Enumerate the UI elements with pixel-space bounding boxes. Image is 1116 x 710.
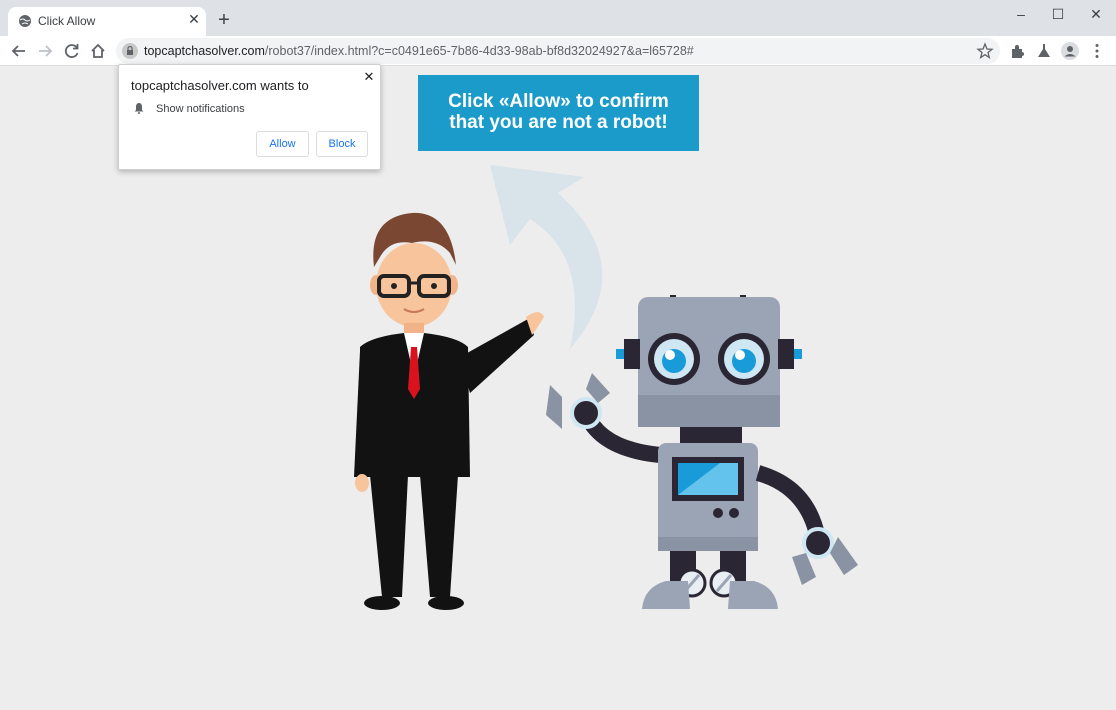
robot-figure	[546, 295, 858, 609]
forward-arrow-icon	[39, 45, 53, 57]
globe-icon	[19, 15, 31, 27]
permission-label: Show notifications	[156, 103, 245, 115]
banner-line-1: Click «Allow» to confirm	[448, 91, 669, 112]
popup-title: topcaptchasolver.com wants to	[131, 78, 309, 93]
allow-banner: Click «Allow» to confirm that you are no…	[418, 75, 699, 151]
block-button[interactable]: Block	[316, 131, 368, 157]
active-tab[interactable]: Click Allow ✕	[8, 7, 206, 36]
tab-title: Click Allow	[38, 14, 96, 28]
notification-permission-popup: topcaptchasolver.com wants to ✕ Show not…	[118, 64, 381, 170]
man-and-robot-illustration	[354, 165, 858, 610]
allow-button[interactable]: Allow	[256, 131, 309, 157]
home-button[interactable]	[87, 40, 109, 62]
tab-strip: Click Allow ✕ + – ☐ ✕	[0, 0, 1116, 36]
forward-button[interactable]	[34, 40, 56, 62]
back-arrow-icon	[11, 45, 25, 57]
home-icon	[91, 43, 105, 58]
tab-close-icon[interactable]: ✕	[186, 11, 202, 27]
new-tab-button[interactable]: +	[214, 10, 234, 30]
bell-icon	[134, 103, 144, 114]
curved-arrow-graphic	[490, 165, 603, 349]
window-close-icon[interactable]: ✕	[1085, 5, 1107, 23]
popup-close-icon[interactable]: ✕	[361, 69, 377, 85]
browser-toolbar: topcaptchasolver.com/robot37/index.html?…	[0, 36, 1116, 66]
maximize-icon[interactable]: ☐	[1047, 5, 1069, 23]
url-domain: topcaptchasolver.com	[144, 44, 265, 58]
page-content: Click «Allow» to confirm that you are no…	[0, 64, 1116, 710]
banner-line-2: that you are not a robot!	[449, 112, 668, 133]
address-bar[interactable]: topcaptchasolver.com/robot37/index.html?…	[116, 38, 1000, 64]
labs-flask-icon[interactable]	[1034, 41, 1054, 61]
reload-icon	[64, 44, 79, 58]
minimize-icon[interactable]: –	[1010, 5, 1032, 23]
bookmark-star-icon[interactable]	[976, 42, 994, 60]
extensions-icon[interactable]	[1008, 41, 1028, 61]
lock-icon[interactable]	[122, 43, 138, 59]
reload-button[interactable]	[61, 40, 83, 62]
menu-kebab-icon[interactable]	[1087, 41, 1107, 61]
profile-avatar-icon[interactable]	[1060, 41, 1080, 61]
url-text[interactable]: topcaptchasolver.com/robot37/index.html?…	[144, 44, 694, 58]
url-path: /robot37/index.html?c=c0491e65-7b86-4d33…	[264, 44, 694, 58]
businessman-figure	[354, 212, 544, 610]
back-button[interactable]	[8, 40, 30, 62]
